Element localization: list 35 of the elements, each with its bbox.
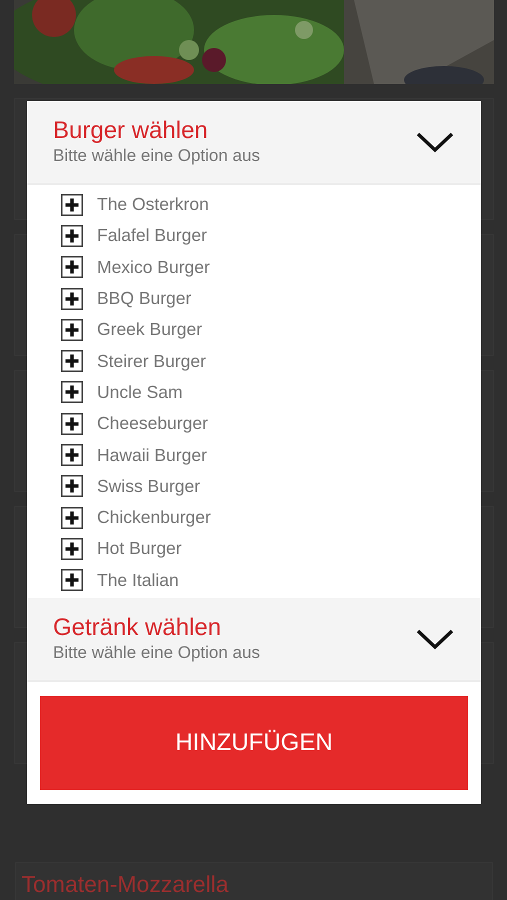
- section-subtitle: Bitte wähle eine Option aus: [53, 145, 260, 167]
- plus-icon: [61, 569, 83, 592]
- option-item[interactable]: Steirer Burger: [61, 345, 481, 377]
- option-item[interactable]: Chickenburger: [61, 502, 481, 534]
- plus-icon: [61, 256, 83, 278]
- plus-icon: [61, 318, 83, 341]
- section-header[interactable]: Burger wählen Bitte wähle eine Option aus: [27, 101, 481, 185]
- option-item[interactable]: Mexico Burger: [61, 252, 481, 283]
- plus-icon: [61, 444, 83, 466]
- add-button[interactable]: HINZUFÜGEN: [40, 696, 468, 790]
- option-item[interactable]: Uncle Sam: [61, 376, 481, 408]
- plus-icon: [61, 288, 83, 310]
- option-item[interactable]: Swiss Burger: [61, 470, 481, 502]
- section-title: Burger wählen: [53, 117, 209, 145]
- plus-icon: [61, 538, 83, 560]
- plus-icon: [61, 506, 83, 529]
- plus-icon: [61, 381, 83, 404]
- plus-icon: [61, 475, 83, 498]
- option-item[interactable]: BBQ Burger: [61, 282, 481, 314]
- option-item[interactable]: Falafel Burger: [61, 220, 481, 252]
- plus-icon: [61, 194, 83, 216]
- plus-icon: [61, 412, 83, 435]
- option-item[interactable]: Cheeseburger: [61, 408, 481, 440]
- option-item[interactable]: Hot Burger: [61, 533, 481, 565]
- option-item[interactable]: Greek Burger: [61, 314, 481, 346]
- chevron-down-icon: [415, 130, 455, 154]
- option-item[interactable]: The Osterkron: [61, 189, 481, 220]
- plus-icon: [61, 350, 83, 372]
- option-item[interactable]: Hawaii Burger: [61, 439, 481, 471]
- section-title: Getränk wählen: [53, 614, 222, 642]
- section-header[interactable]: Getränk wählen Bitte wähle eine Option aus: [27, 598, 481, 682]
- plus-icon: [61, 224, 83, 247]
- dish-title: Tomaten-Mozzarella: [22, 871, 229, 897]
- section-subtitle: Bitte wähle eine Option aus: [53, 642, 260, 664]
- option-item[interactable]: The Italian: [61, 564, 481, 596]
